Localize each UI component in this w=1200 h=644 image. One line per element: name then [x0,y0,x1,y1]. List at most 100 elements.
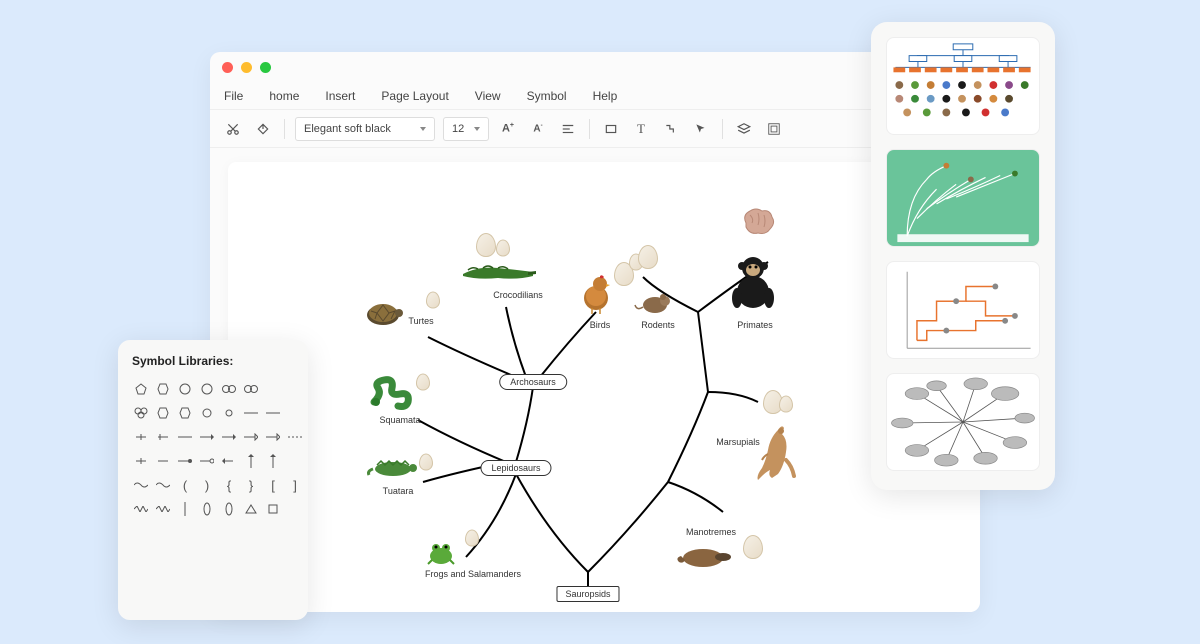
menu-file[interactable]: File [224,89,243,103]
toolbar: Elegant soft black 12 A+ A- T [210,110,980,148]
window-close[interactable] [222,62,233,73]
triangle-icon[interactable] [242,500,260,518]
hexagon-icon[interactable] [176,404,194,422]
line-icon[interactable] [242,404,260,422]
label-turtles: Turtes [408,316,433,326]
node-archosaurs[interactable]: Archosaurs [499,374,567,390]
arrow-icon[interactable] [242,428,260,446]
canvas[interactable]: Sauropsids Lepidosaurs Archosaurs Turtes… [228,162,980,612]
turtle-shape[interactable] [361,299,405,329]
window-minimize[interactable] [241,62,252,73]
hexagon-icon[interactable] [154,404,172,422]
font-selector[interactable]: Elegant soft black [295,117,435,141]
align-icon[interactable] [557,118,579,140]
dot-end-icon[interactable] [176,452,194,470]
arrow-icon[interactable] [220,452,238,470]
wave-icon[interactable] [154,476,172,494]
brace-icon[interactable]: } [242,476,260,494]
egg-shape [465,530,479,547]
pointer-tool-icon[interactable] [690,118,712,140]
arrow-up-icon[interactable] [264,452,282,470]
dash-icon[interactable] [286,428,304,446]
wave-icon[interactable] [132,476,150,494]
connector-icon[interactable] [132,452,150,470]
kangaroo-shape[interactable] [748,420,798,484]
palette-title: Symbol Libraries: [132,354,294,368]
template-thumbnail-4[interactable] [886,373,1040,471]
shape-grid: ( ) { } [ ] [132,380,294,518]
font-decrease-icon[interactable]: A- [527,118,549,140]
menu-page-layout[interactable]: Page Layout [381,89,448,103]
heptagon-icon[interactable] [176,380,194,398]
cut-icon[interactable] [222,118,244,140]
frog-shape[interactable] [424,538,458,566]
connector-icon[interactable] [154,452,172,470]
lens-icon[interactable] [198,500,216,518]
arrow-up-icon[interactable] [242,452,260,470]
text-tool-icon[interactable]: T [630,118,652,140]
zigzag-icon[interactable] [154,500,172,518]
connector-icon[interactable] [176,428,194,446]
rodent-shape[interactable] [633,289,673,315]
lens-icon[interactable] [220,500,238,518]
bracket-icon[interactable]: [ [264,476,282,494]
bracket-icon[interactable]: ] [286,476,304,494]
triple-circle-icon[interactable] [132,404,150,422]
chevron-down-icon [420,127,426,131]
square-icon[interactable] [264,500,282,518]
zigzag-icon[interactable] [132,500,150,518]
brace-icon[interactable]: { [220,476,238,494]
line-icon[interactable] [264,404,282,422]
font-name: Elegant soft black [304,123,391,135]
pentagon-icon[interactable] [132,380,150,398]
crocodile-shape[interactable] [458,258,538,286]
app-window: File home Insert Page Layout View Symbol… [210,52,980,612]
label-primates: Primates [737,320,773,330]
node-sauropsids[interactable]: Sauropsids [556,586,619,602]
arrow-icon[interactable] [264,428,282,446]
egg-shape [419,454,433,471]
node-lepidosaurs[interactable]: Lepidosaurs [480,460,551,476]
window-maximize[interactable] [260,62,271,73]
paren-icon[interactable]: ( [176,476,194,494]
hexagon-icon[interactable] [154,380,172,398]
chicken-shape[interactable] [578,270,614,314]
layers-icon[interactable] [733,118,755,140]
font-increase-icon[interactable]: A+ [497,118,519,140]
circle-icon[interactable] [198,404,216,422]
egg-shape [426,292,440,309]
small-circle-icon[interactable] [220,404,238,422]
platypus-shape[interactable] [673,542,733,572]
connector-icon[interactable] [132,428,150,446]
connector-tool-icon[interactable] [660,118,682,140]
primate-shape[interactable] [725,252,781,312]
template-thumbnail-2[interactable] [886,149,1040,247]
menu-view[interactable]: View [475,89,501,103]
arrow-icon[interactable] [198,428,216,446]
menu-symbol[interactable]: Symbol [527,89,567,103]
dot-end-icon[interactable] [198,452,216,470]
vline-icon[interactable] [176,500,194,518]
template-thumbnail-3[interactable] [886,261,1040,359]
menu-insert[interactable]: Insert [325,89,355,103]
egg-shape [496,240,510,257]
arrow-icon[interactable] [220,428,238,446]
template-thumbnail-1[interactable] [886,37,1040,135]
font-size-selector[interactable]: 12 [443,117,489,141]
paren-icon[interactable]: ) [198,476,216,494]
tuatara-shape[interactable] [365,455,421,479]
double-circle-icon[interactable] [220,380,238,398]
circle-icon[interactable] [198,380,216,398]
snake-shape[interactable] [368,374,418,410]
label-crocodilians: Crocodilians [493,290,543,300]
group-icon[interactable] [763,118,785,140]
double-circle-icon[interactable] [242,380,260,398]
menu-home[interactable]: home [269,89,299,103]
connector-icon[interactable] [154,428,172,446]
menu-help[interactable]: Help [593,89,618,103]
label-squamata: Squamata [379,415,420,425]
rectangle-tool-icon[interactable] [600,118,622,140]
brain-shape[interactable] [738,205,778,239]
label-monotremes: Manotremes [686,527,736,537]
format-painter-icon[interactable] [252,118,274,140]
